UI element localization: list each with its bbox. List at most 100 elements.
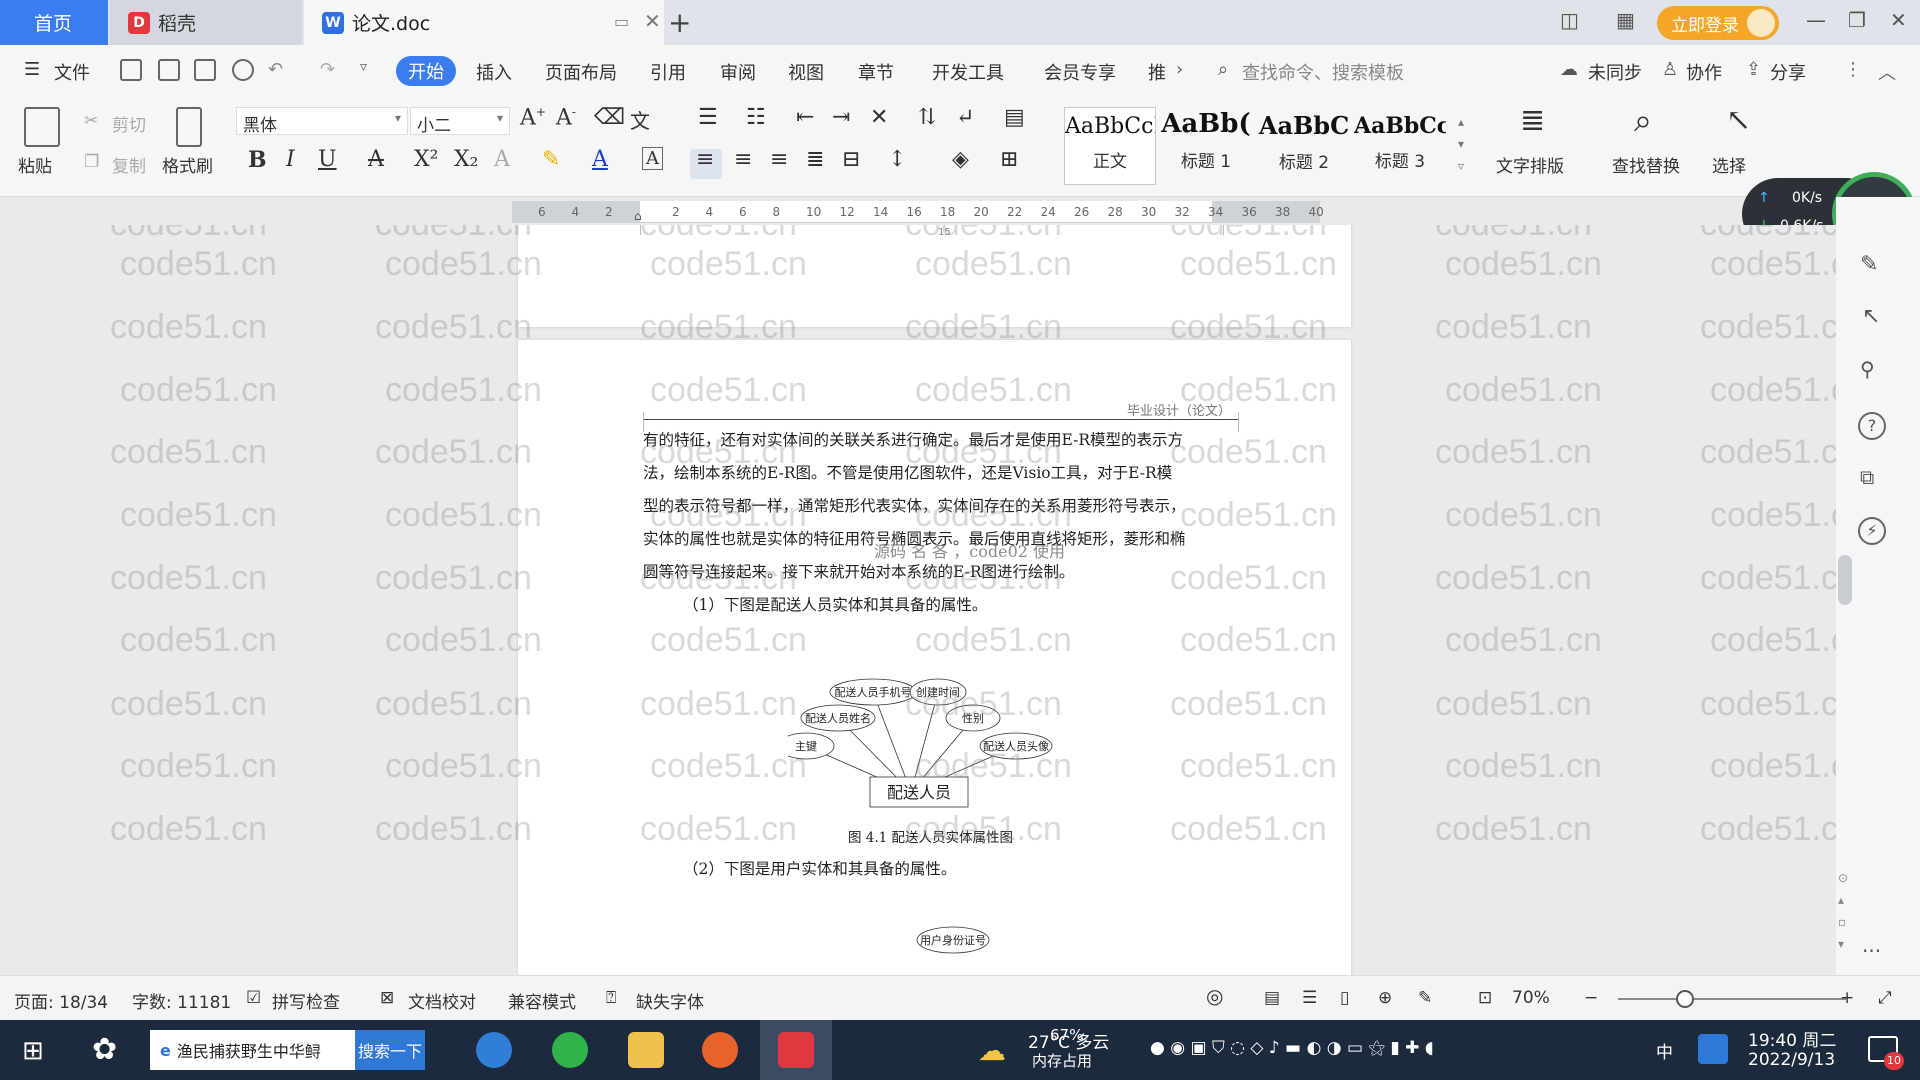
horizontal-ruler[interactable]: 6 4 2 2 4 6 8 10 12 14 16 18 20 22 24 26 28 30 32 34 36 38 40 …	[512, 201, 1324, 223]
document-canvas[interactable]: 15 毕业设计（论文） 有的特征，还有对实体间的关联关系进行确定。最后才是使用E…	[0, 225, 1836, 975]
clock-date[interactable]: 2022/9/13	[1748, 1050, 1835, 1070]
page-view-icon[interactable]: ▤	[1264, 988, 1280, 1008]
page-counter[interactable]: 页面: 18/34	[14, 988, 108, 1013]
word-count[interactable]: 字数: 11181	[132, 988, 231, 1013]
shrink-font-icon[interactable]: A-	[556, 105, 576, 130]
print-preview-icon[interactable]	[232, 59, 254, 81]
login-button[interactable]: 立即登录	[1657, 6, 1779, 40]
outline-view-icon[interactable]: ☰	[1302, 988, 1317, 1008]
grow-font-icon[interactable]: A+	[520, 105, 546, 130]
phonetic-guide-icon[interactable]: 文	[630, 105, 650, 134]
justify-icon[interactable]: ≣	[806, 147, 824, 172]
wps-writer-icon[interactable]	[778, 1032, 814, 1068]
menu-member[interactable]: 会员专享	[1044, 59, 1116, 85]
write-view-icon[interactable]: ✎	[1418, 988, 1432, 1008]
hamburger-icon[interactable]: ☰	[24, 59, 40, 80]
menu-page-layout[interactable]: 页面布局	[545, 59, 617, 85]
zoom-out-icon[interactable]: −	[1584, 988, 1598, 1008]
styles-scroll-icon[interactable]: ▴ ▾ ▿	[1458, 111, 1464, 177]
print-icon[interactable]	[194, 59, 216, 81]
tab-document[interactable]: W 论文.doc ▭ ✕	[304, 0, 664, 45]
share-button[interactable]: 分享	[1770, 59, 1806, 85]
style-heading-3[interactable]: AaBbCcl 标题 3	[1354, 107, 1446, 185]
unsynced-button[interactable]: 未同步	[1588, 59, 1642, 85]
tab-daoke[interactable]: D 稻壳	[110, 0, 302, 45]
cut-button[interactable]: 剪切	[112, 111, 146, 136]
table-tools-icon[interactable]: ▤	[1004, 105, 1025, 130]
numbered-list-icon[interactable]: ☷	[746, 105, 766, 130]
eye-protect-icon[interactable]: ◎	[1206, 984, 1223, 1008]
reading-view-icon[interactable]: ▯	[1340, 988, 1349, 1008]
export-pdf-icon[interactable]	[158, 59, 180, 81]
chinese-layout-icon[interactable]: ✕	[870, 105, 888, 130]
recorder-app-icon[interactable]	[702, 1032, 738, 1068]
highlight-icon[interactable]: ✎	[542, 147, 560, 172]
cursor-select-icon[interactable]: ↖	[1862, 304, 1880, 329]
save-icon[interactable]	[120, 59, 142, 81]
find-replace-icon[interactable]: ⌕	[1634, 101, 1652, 140]
tab-close-icon[interactable]: ✕	[644, 9, 661, 33]
paste-icon[interactable]	[24, 107, 60, 147]
restore-icon[interactable]: ❐	[1848, 8, 1866, 32]
font-size-select[interactable]: 小二 ▾	[410, 107, 510, 136]
tray-icons[interactable]: ● ◉ ▣ ⛉ ◌ ◇ ♪ ▬ ◐ ◑ ▭ ⚝ ▮ ✚ ◖	[1150, 1038, 1434, 1058]
increase-indent-icon[interactable]: ⇥	[832, 105, 850, 130]
menu-review[interactable]: 审阅	[720, 59, 756, 85]
quick-access-more-icon[interactable]: ▿	[360, 59, 367, 75]
command-search-input[interactable]: 查找命令、搜索模板	[1242, 59, 1404, 85]
windows-start-icon[interactable]: ⊞	[22, 1036, 44, 1066]
shading-icon[interactable]: ◈	[952, 147, 969, 172]
help-icon[interactable]: ?	[1858, 412, 1886, 440]
line-spacing-icon[interactable]: ↕	[888, 147, 906, 172]
subscript-icon[interactable]: X₂	[454, 147, 478, 172]
decrease-indent-icon[interactable]: ⇤	[796, 105, 814, 130]
file-explorer-icon[interactable]	[628, 1032, 664, 1068]
menu-view[interactable]: 视图	[788, 59, 824, 85]
compass-icon[interactable]: ⚡	[1858, 517, 1886, 545]
apps-grid-icon[interactable]: ▦	[1616, 8, 1635, 32]
superscript-icon[interactable]: X²	[414, 147, 438, 172]
menu-recommend[interactable]: 推	[1148, 59, 1166, 85]
collab-button[interactable]: 协作	[1686, 59, 1722, 85]
ime-indicator[interactable]: 中	[1656, 1038, 1673, 1063]
strikethrough-icon[interactable]: A	[368, 147, 384, 172]
backup-icon[interactable]: ⧉	[1860, 465, 1874, 489]
font-color-icon[interactable]: A	[592, 147, 608, 172]
char-border-icon[interactable]: A	[642, 147, 663, 170]
undo-icon[interactable]: ↶	[268, 59, 283, 80]
qq-input-icon[interactable]	[1698, 1034, 1728, 1064]
tab-home[interactable]: 首页	[0, 0, 108, 45]
bullet-list-icon[interactable]: ☰	[698, 105, 718, 130]
redo-icon[interactable]: ↷	[320, 59, 335, 80]
ie-browser-icon[interactable]	[476, 1032, 512, 1068]
menu-references[interactable]: 引用	[650, 59, 686, 85]
show-hide-marks-icon[interactable]: ↵	[956, 105, 974, 130]
menu-chapter[interactable]: 章节	[858, 59, 894, 85]
zoom-slider-thumb[interactable]	[1676, 990, 1694, 1008]
scrollbar-thumb[interactable]	[1838, 555, 1852, 605]
web-view-icon[interactable]: ⊕	[1378, 988, 1392, 1008]
sidebar-more-icon[interactable]: ···	[1862, 939, 1881, 963]
window-close-icon[interactable]: ✕	[1890, 8, 1907, 32]
zoom-in-icon[interactable]: +	[1840, 988, 1854, 1008]
zoom-slider-track[interactable]	[1618, 998, 1846, 1000]
minimize-icon[interactable]: —	[1806, 8, 1826, 32]
style-normal[interactable]: AaBbCcI 正文	[1064, 107, 1156, 185]
text-layout-icon[interactable]: ≣	[1520, 103, 1545, 138]
proofread-button[interactable]: 文档校对	[408, 988, 476, 1013]
fullscreen-icon[interactable]: ⤢	[1878, 988, 1892, 1008]
sort-icon[interactable]: ⇅	[918, 105, 936, 130]
font-name-select[interactable]: 黑体 ▾	[236, 107, 408, 136]
indent-marker-icon[interactable]: ⌂	[634, 209, 642, 223]
menu-start[interactable]: 开始	[396, 56, 456, 86]
borders-icon[interactable]: ⊞	[1000, 147, 1018, 172]
bold-icon[interactable]: B	[248, 147, 267, 173]
format-painter-icon[interactable]	[176, 107, 202, 147]
select-cursor-icon[interactable]: ↖	[1726, 103, 1751, 138]
text-effect-icon[interactable]: A	[494, 147, 510, 172]
select-button[interactable]: 选择	[1712, 152, 1746, 177]
style-heading-1[interactable]: AaBb( 标题 1	[1160, 107, 1252, 185]
menu-developer[interactable]: 开发工具	[932, 59, 1004, 85]
pen-icon[interactable]: ✎	[1860, 252, 1878, 277]
adjust-icon[interactable]: ⚲	[1860, 357, 1875, 381]
